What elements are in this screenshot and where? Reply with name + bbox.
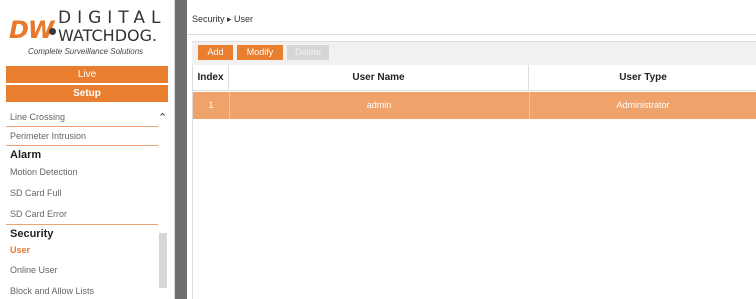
column-header-index: Index (193, 65, 229, 91)
main-panel: Security ▸ User Add Modify Delete Index … (187, 0, 756, 299)
toolbar: Add Modify Delete (192, 41, 756, 65)
logo-dw: DW (9, 16, 54, 44)
logo-dot (49, 28, 56, 35)
logo-watchdog: WATCHDOG. (58, 26, 158, 45)
cell-user-type: Administrator (616, 100, 670, 110)
sidebar: DW DIGITAL WATCHDOG. Complete Surveillan… (0, 0, 175, 299)
breadcrumb: Security ▸ User (192, 14, 254, 24)
menu-item-online-user[interactable]: Online User (10, 265, 58, 275)
divider (187, 34, 756, 35)
menu-header-alarm[interactable]: Alarm (10, 149, 41, 161)
divider (6, 126, 158, 127)
menu-header-security[interactable]: Security (10, 228, 53, 240)
divider (6, 224, 158, 225)
cell-index: 1 (208, 100, 214, 110)
user-table: Index User Name User Type 1 admin Admini… (192, 65, 756, 299)
scroll-up-icon[interactable]: ⌃ (158, 111, 167, 124)
digital-watchdog-logo: DW DIGITAL WATCHDOG. Complete Surveillan… (6, 6, 171, 60)
live-button[interactable]: Live (6, 66, 168, 83)
menu-item-perimeter-intrusion[interactable]: Perimeter Intrusion (10, 131, 86, 141)
column-header-user-name: User Name (229, 65, 529, 91)
sidebar-scrollbar[interactable] (159, 233, 167, 288)
modify-button[interactable]: Modify (237, 45, 283, 60)
menu-item-user[interactable]: User (10, 245, 30, 255)
menu-item-sd-card-error[interactable]: SD Card Error (10, 209, 67, 219)
menu-item-block-allow-lists[interactable]: Block and Allow Lists (10, 286, 94, 296)
logo-tagline: Complete Surveillance Solutions (28, 47, 144, 56)
splitter (175, 0, 187, 299)
column-header-user-type: User Type (529, 65, 756, 91)
menu-item-sd-card-full[interactable]: SD Card Full (10, 188, 62, 198)
menu-item-motion-detection[interactable]: Motion Detection (10, 167, 78, 177)
delete-button[interactable]: Delete (287, 45, 329, 60)
divider (6, 145, 158, 146)
setup-button[interactable]: Setup (6, 85, 168, 102)
table-row[interactable]: 1 admin Administrator (193, 92, 756, 119)
menu-item-line-crossing[interactable]: Line Crossing (10, 112, 65, 122)
logo-digital: DIGITAL (58, 8, 167, 28)
add-button[interactable]: Add (198, 45, 233, 60)
cell-user-name: admin (366, 100, 392, 110)
